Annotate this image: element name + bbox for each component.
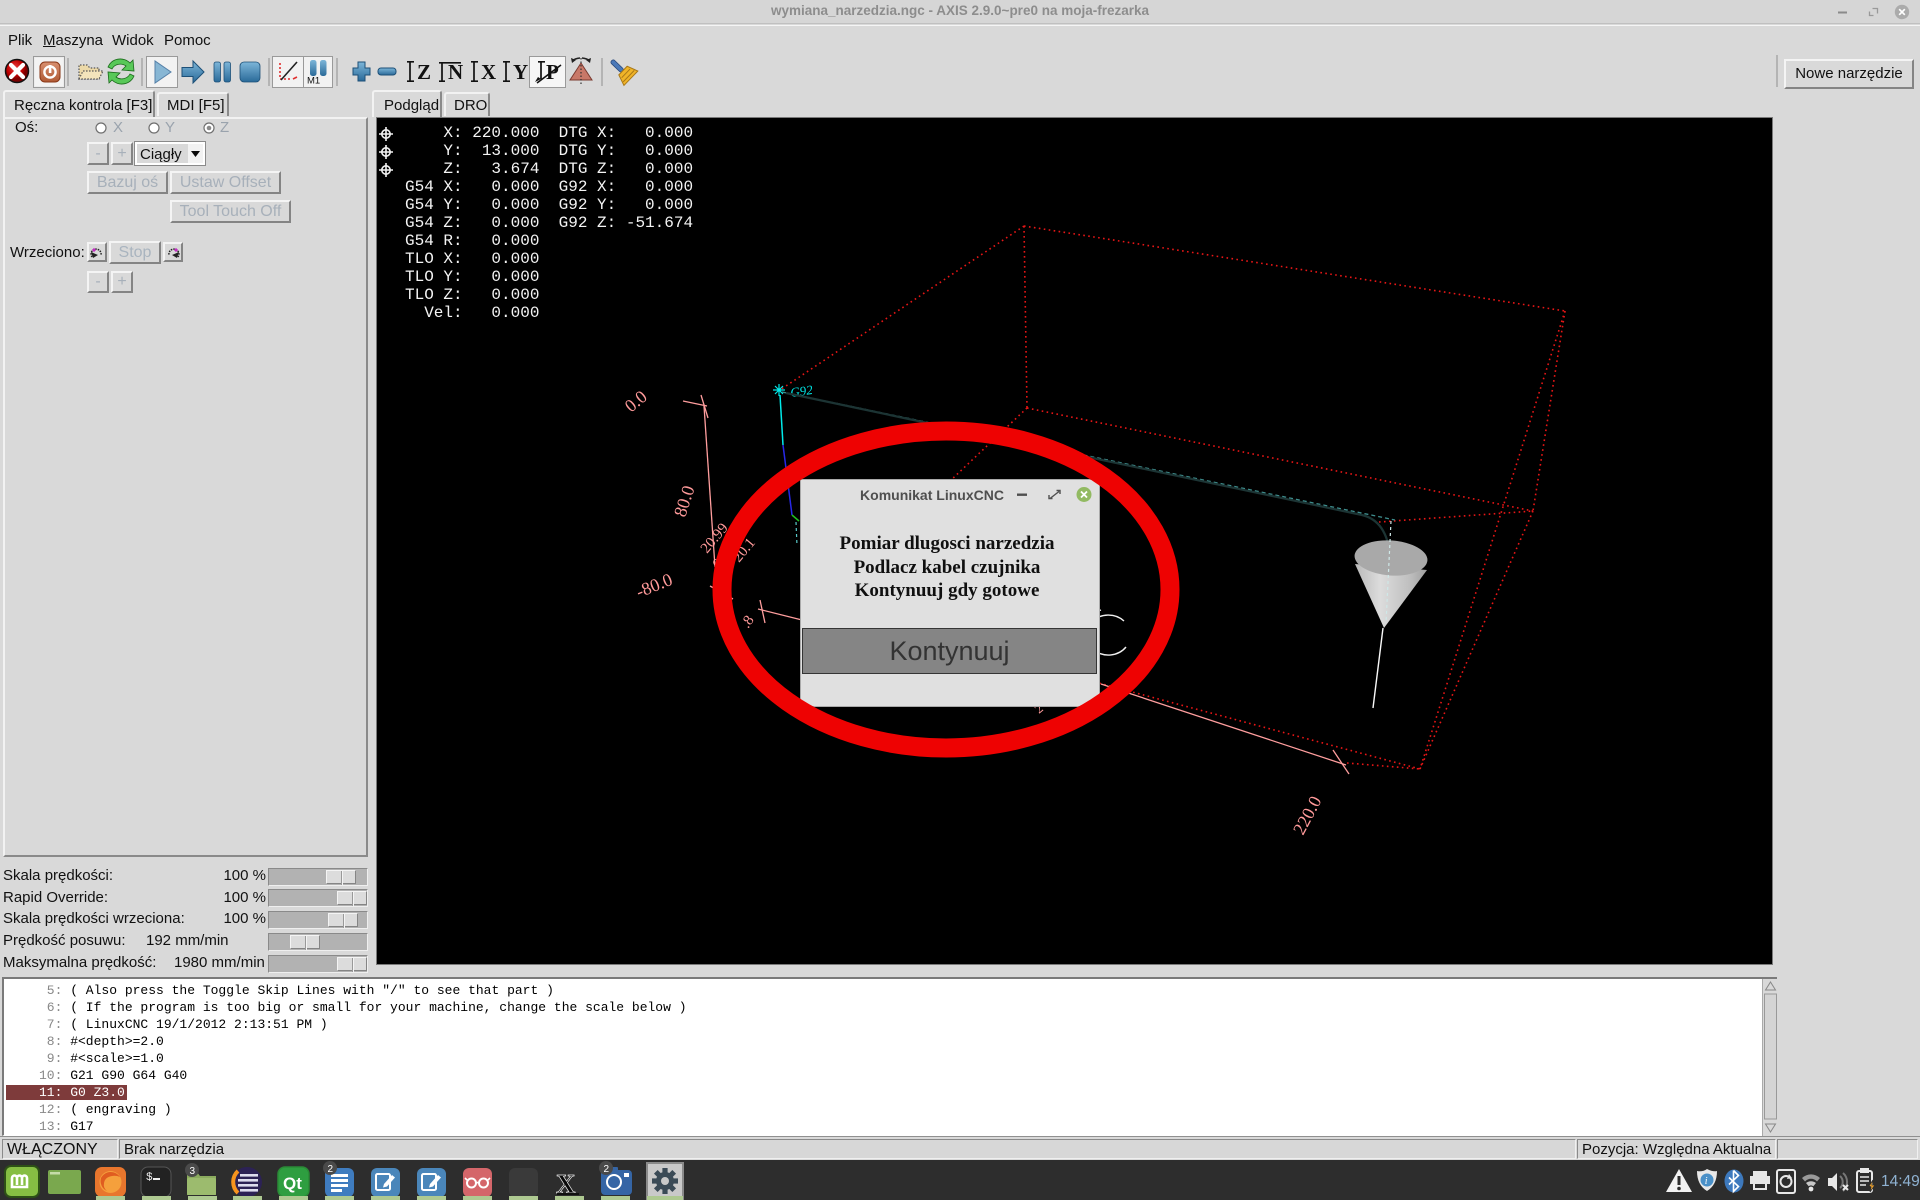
svg-text:N: N <box>448 60 463 84</box>
svg-text:M1: M1 <box>307 76 320 87</box>
svg-text:0.0: 0.0 <box>621 386 651 416</box>
svg-text:X: X <box>481 60 496 84</box>
svg-text:80.0: 80.0 <box>670 483 699 519</box>
svg-text:$: $ <box>146 1172 153 1184</box>
svg-text:i: i <box>1705 1176 1708 1187</box>
svg-text:.8: .8 <box>738 613 758 631</box>
svg-text:Z: Z <box>417 60 431 84</box>
svg-text:14:49: 14:49 <box>1881 1173 1920 1190</box>
svg-text:Y: Y <box>513 60 528 84</box>
svg-text:Qt: Qt <box>283 1174 302 1193</box>
svg-text:2: 2 <box>328 1164 334 1175</box>
svg-text:3: 3 <box>190 1166 196 1177</box>
svg-text:2: 2 <box>604 1164 610 1175</box>
svg-text:-80.0: -80.0 <box>633 569 675 602</box>
svg-text:220.0: 220.0 <box>1289 793 1326 838</box>
